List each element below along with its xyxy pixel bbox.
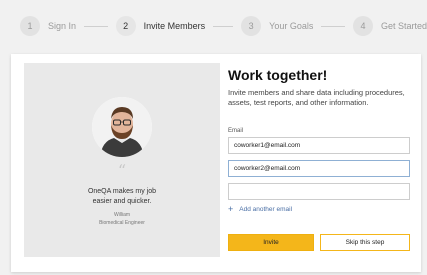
invite-button[interactable]: Invite (228, 234, 314, 251)
email-field-3[interactable] (228, 183, 410, 200)
step-label-invite-members: Invite Members (143, 21, 206, 31)
invite-card: “ OneQA makes my job easier and quicker.… (11, 54, 421, 272)
onboarding-stepper: 1 Sign In 2 Invite Members 3 Your Goals … (0, 0, 427, 52)
step-sign-in: 1 Sign In (20, 16, 76, 36)
step-label-get-started: Get Started (380, 21, 427, 31)
step-get-started: 4 Get Started (352, 16, 427, 36)
author-name: William (113, 212, 131, 218)
testimonial-panel: “ OneQA makes my job easier and quicker.… (24, 63, 220, 257)
form-title: Work together! (228, 67, 328, 83)
step-your-goals: 3 Your Goals (241, 16, 313, 36)
step-connector (84, 25, 108, 27)
person-photo (92, 97, 152, 157)
form-description: Invite members and share data including … (228, 88, 405, 107)
step-number-3: 3 (241, 16, 262, 36)
add-email-link[interactable]: + Add another email (228, 204, 292, 214)
step-label-your-goals: Your Goals (269, 21, 314, 31)
email-label: Email (228, 128, 244, 134)
skip-button[interactable]: Skip this step (320, 234, 410, 251)
step-label-sign-in: Sign In (48, 21, 77, 31)
plus-icon: + (228, 204, 234, 214)
author-title: Biomedical Engineer (99, 220, 145, 226)
step-connector (213, 25, 234, 27)
quote-mark-icon: “ (117, 161, 127, 180)
testimonial-author: William Biomedical Engineer (24, 211, 220, 227)
step-number-1: 1 (20, 16, 40, 36)
step-number-2: 2 (115, 16, 136, 36)
step-invite-members: 2 Invite Members (115, 16, 206, 36)
email-field-2[interactable] (228, 160, 410, 177)
step-number-4: 4 (352, 16, 373, 36)
quote-line: OneQA makes my job (87, 188, 157, 195)
avatar (92, 97, 152, 157)
email-field-1[interactable] (228, 137, 410, 154)
add-email-label: Add another email (239, 205, 293, 213)
step-connector (321, 25, 345, 27)
quote-line: easier and quicker. (92, 198, 152, 205)
testimonial-quote: OneQA makes my job easier and quicker. (24, 187, 220, 207)
